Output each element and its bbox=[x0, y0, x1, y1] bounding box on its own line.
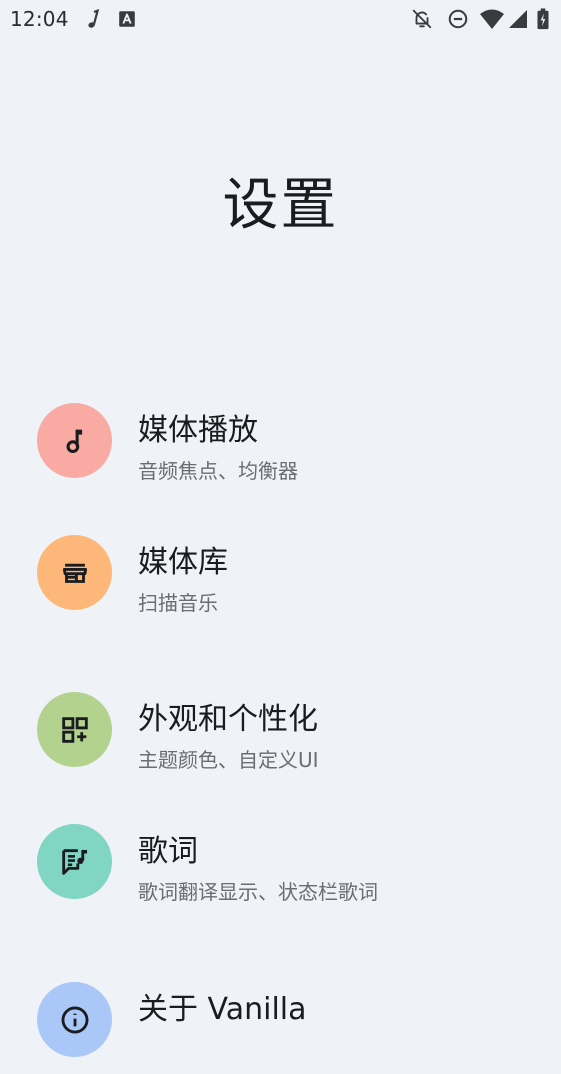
settings-item-title: 关于 Vanilla bbox=[138, 992, 307, 1027]
text-box-icon bbox=[119, 11, 135, 27]
cellular-signal-icon bbox=[509, 10, 527, 28]
do-not-disturb-icon bbox=[448, 9, 468, 29]
settings-item-about[interactable]: 关于 Vanilla bbox=[0, 964, 561, 1074]
about-icon-circle bbox=[37, 982, 112, 1057]
settings-item-subtitle: 扫描音乐 bbox=[138, 591, 218, 615]
settings-item-lyrics[interactable]: 歌词 歌词翻译显示、状态栏歌词 bbox=[0, 806, 561, 916]
settings-item-title: 媒体播放 bbox=[138, 413, 258, 448]
lyrics-icon bbox=[61, 848, 87, 875]
settings-item-appearance[interactable]: 外观和个性化 主题颜色、自定义UI bbox=[0, 674, 561, 784]
media-library-icon-circle bbox=[37, 535, 112, 610]
settings-item-title: 外观和个性化 bbox=[138, 702, 318, 737]
settings-item-media-playback[interactable]: 媒体播放 音频焦点、均衡器 bbox=[0, 385, 561, 495]
battery-charging-icon bbox=[537, 8, 549, 30]
wifi-icon bbox=[480, 9, 504, 29]
notifications-off-icon bbox=[412, 9, 432, 29]
settings-item-title: 歌词 bbox=[138, 834, 198, 869]
settings-item-subtitle: 音频焦点、均衡器 bbox=[138, 459, 298, 483]
settings-item-subtitle: 主题颜色、自定义UI bbox=[138, 748, 319, 772]
music-note-icon bbox=[65, 429, 82, 453]
page-title: 设置 bbox=[222, 173, 339, 238]
widgets-add-icon bbox=[61, 716, 88, 743]
settings-item-media-library[interactable]: 媒体库 扫描音乐 bbox=[0, 517, 561, 627]
status-time: 12:04 bbox=[10, 7, 69, 31]
status-bar: 12:04 bbox=[0, 0, 561, 38]
appearance-icon-circle bbox=[37, 692, 112, 767]
settings-item-subtitle: 歌词翻译显示、状态栏歌词 bbox=[138, 880, 378, 904]
info-icon bbox=[61, 1006, 88, 1033]
storefront-icon bbox=[62, 563, 87, 583]
lyrics-icon-circle bbox=[37, 824, 112, 899]
music-note-icon bbox=[88, 9, 100, 28]
media-playback-icon-circle bbox=[37, 403, 112, 478]
settings-item-title: 媒体库 bbox=[138, 545, 228, 580]
